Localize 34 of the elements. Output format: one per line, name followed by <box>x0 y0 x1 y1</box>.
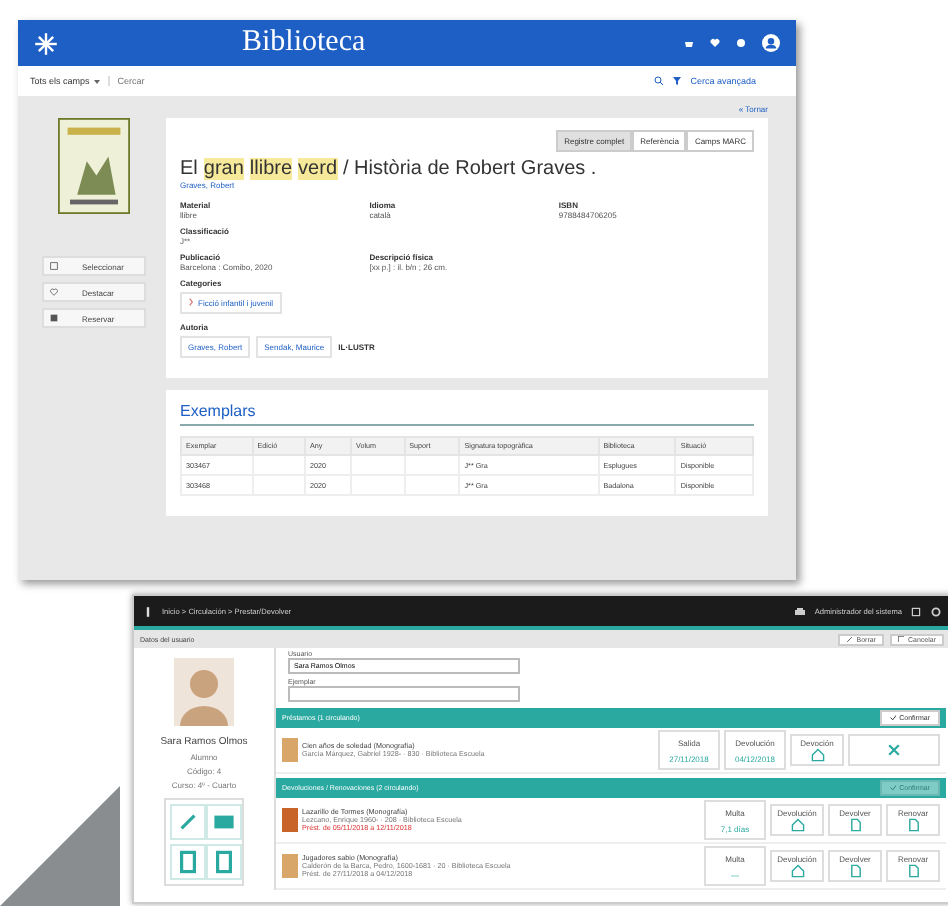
section-heading: Exemplars <box>180 402 754 426</box>
book-cover-drawing <box>58 118 130 214</box>
checkmark-icon <box>889 714 897 722</box>
house-icon <box>809 748 825 762</box>
grid-icon[interactable] <box>910 605 922 617</box>
card-icon[interactable] <box>206 804 242 840</box>
printer-icon[interactable] <box>794 605 807 617</box>
heart-icon <box>50 288 58 296</box>
caret-icon <box>93 80 100 84</box>
site-title: Biblioteca <box>242 26 366 60</box>
settings-icon[interactable] <box>930 605 942 617</box>
book-title: El gran llibre verd / Història de Robert Graves . <box>180 158 597 180</box>
cross-icon <box>886 742 902 758</box>
document-icon[interactable] <box>206 844 242 880</box>
filter-icon <box>672 76 683 86</box>
basket-icon[interactable] <box>684 38 694 48</box>
document-icon <box>847 818 863 832</box>
checkbox-icon <box>50 262 58 270</box>
house-icon <box>789 864 805 878</box>
user-avatar-icon[interactable] <box>762 34 780 52</box>
document-icon <box>905 864 921 878</box>
document-icon <box>847 864 863 878</box>
house-icon <box>789 818 805 832</box>
chevron-icon <box>188 298 194 306</box>
input-field[interactable] <box>288 686 520 702</box>
pencil-icon[interactable] <box>170 804 206 840</box>
star-logo-icon <box>34 31 58 55</box>
heart-icon[interactable] <box>710 38 720 48</box>
document-icon <box>905 818 921 832</box>
checkmark-icon <box>889 784 897 792</box>
avatar-silhouette <box>174 658 234 726</box>
search-icon[interactable] <box>654 76 665 86</box>
document-icon[interactable] <box>170 844 206 880</box>
triangle-decoration <box>0 786 120 906</box>
